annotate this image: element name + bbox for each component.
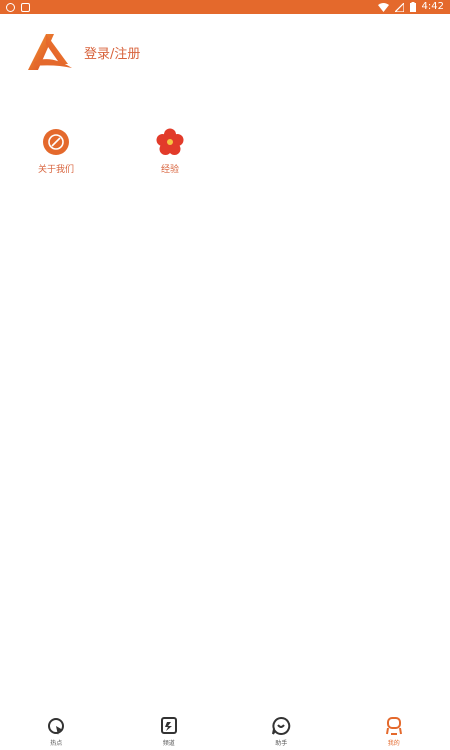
nav-label: 频道 [162, 739, 175, 747]
login-register-link[interactable]: 登录/注册 [84, 43, 140, 62]
status-time: 4:42 [421, 1, 444, 12]
app-logo-icon [28, 34, 72, 70]
status-left-icons [6, 2, 30, 12]
experience-label: 经验 [160, 165, 179, 175]
profile-header[interactable]: 登录/注册 [24, 30, 140, 74]
notification-icon [21, 2, 30, 12]
status-bar: 4:42 [0, 0, 450, 14]
notification-icon [6, 2, 15, 12]
about-us-label: 关于我们 [37, 165, 74, 175]
hotspot-icon [48, 717, 65, 735]
status-right-icons: 4:42 [377, 1, 444, 12]
channel-icon [160, 716, 177, 734]
about-us-button[interactable]: 关于我们 [26, 128, 86, 175]
nav-item-profile[interactable]: 我的 [364, 716, 424, 747]
nav-item-hotspot[interactable]: 热点 [26, 716, 86, 747]
flower-icon [156, 128, 184, 155]
battery-icon [409, 2, 416, 12]
about-us-icon [43, 129, 69, 155]
nav-label: 助手 [275, 739, 288, 747]
nav-item-channel[interactable]: 频道 [139, 716, 199, 747]
nav-item-assistant[interactable]: 助手 [251, 716, 311, 747]
bottom-nav: 热点 频道 助手 我的 [0, 712, 450, 750]
signal-icon [394, 2, 404, 12]
experience-button[interactable]: 经验 [140, 128, 200, 175]
wifi-icon [377, 2, 389, 12]
nav-label: 热点 [50, 739, 63, 747]
nav-label: 我的 [387, 739, 400, 747]
profile-icon [385, 716, 402, 735]
assistant-icon [272, 716, 291, 735]
